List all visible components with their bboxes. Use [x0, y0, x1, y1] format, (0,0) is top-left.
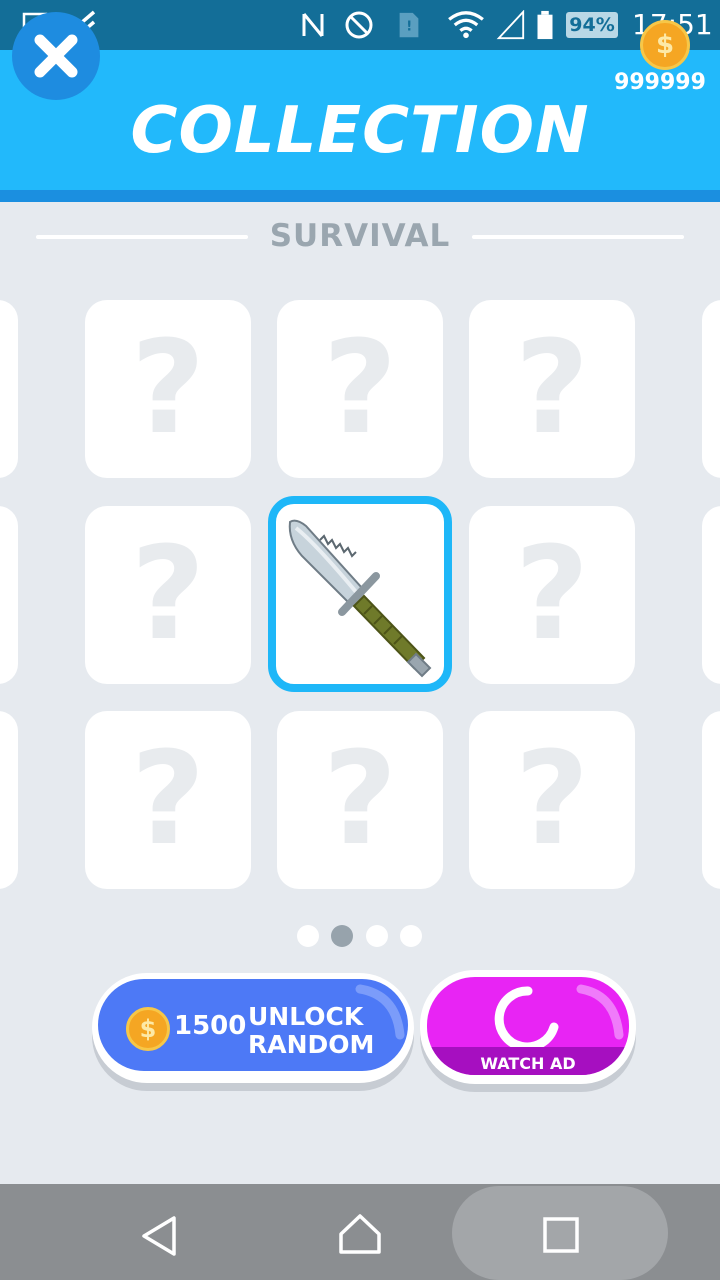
knife-icon	[288, 519, 432, 678]
locked-item-tile[interactable]: ?	[469, 300, 635, 478]
loading-spinner-icon	[494, 986, 559, 1052]
question-mark-icon: ?	[130, 520, 206, 669]
question-mark-icon: ?	[514, 520, 590, 669]
status-bar: ! 94% 17:51	[0, 0, 720, 50]
adjacent-page-tile	[702, 300, 720, 478]
question-mark-icon: ?	[130, 314, 206, 463]
close-icon	[34, 34, 78, 78]
unlock-label: UNLOCK RANDOM	[248, 1003, 398, 1059]
adjacent-page-tile	[0, 506, 18, 684]
watch-ad-button-face: WATCH AD	[427, 977, 629, 1075]
nfc-icon	[302, 13, 324, 37]
unlock-random-button-face: 1500 UNLOCK RANDOM	[98, 979, 408, 1071]
svg-text:!: !	[406, 20, 412, 35]
unlock-random-button[interactable]: 1500 UNLOCK RANDOM	[92, 973, 414, 1083]
home-icon[interactable]	[337, 1212, 383, 1256]
sim-icon: !	[399, 12, 419, 38]
question-mark-icon: ?	[322, 314, 398, 463]
back-icon[interactable]	[138, 1214, 182, 1258]
question-mark-icon: ?	[514, 725, 590, 874]
page-dot[interactable]	[297, 925, 319, 947]
section-divider-left	[36, 235, 248, 239]
section-divider-right	[472, 235, 684, 239]
adjacent-page-tile	[0, 300, 18, 478]
question-mark-icon: ?	[514, 314, 590, 463]
wifi-icon	[448, 11, 484, 39]
signal-icon	[496, 10, 525, 40]
locked-item-tile[interactable]: ?	[277, 711, 443, 889]
adjacent-page-tile	[702, 506, 720, 684]
coins-balance: 999999	[614, 70, 706, 95]
close-button[interactable]	[12, 12, 100, 100]
unlock-label-line1: UNLOCK	[248, 1002, 364, 1031]
locked-item-tile[interactable]: ?	[85, 711, 251, 889]
watch-ad-label: WATCH AD	[480, 1054, 576, 1073]
battery-percent: 94%	[566, 12, 618, 38]
selected-item-tile[interactable]	[268, 496, 452, 692]
locked-item-tile[interactable]: ?	[469, 506, 635, 684]
coin-icon	[126, 1007, 170, 1051]
locked-item-tile[interactable]: ?	[85, 506, 251, 684]
page-dot[interactable]	[400, 925, 422, 947]
question-mark-icon: ?	[322, 725, 398, 874]
watch-ad-button[interactable]: WATCH AD	[420, 970, 636, 1084]
adjacent-page-tile	[702, 711, 720, 889]
question-mark-icon: ?	[130, 725, 206, 874]
coin-icon	[640, 20, 690, 70]
page-title: COLLECTION	[130, 94, 590, 168]
locked-item-tile[interactable]: ?	[277, 300, 443, 478]
locked-item-tile[interactable]: ?	[469, 711, 635, 889]
unlock-price: 1500	[174, 1011, 247, 1041]
section-title: SURVIVAL	[269, 218, 451, 254]
locked-item-tile[interactable]: ?	[85, 300, 251, 478]
page-dot[interactable]	[366, 925, 388, 947]
page-dot-active[interactable]	[331, 925, 353, 947]
header-divider	[0, 190, 720, 202]
do-not-disturb-icon	[345, 11, 373, 39]
battery-icon	[537, 10, 553, 40]
recents-icon[interactable]	[541, 1215, 581, 1255]
adjacent-page-tile	[0, 711, 18, 889]
unlock-label-line2: RANDOM	[248, 1030, 375, 1059]
